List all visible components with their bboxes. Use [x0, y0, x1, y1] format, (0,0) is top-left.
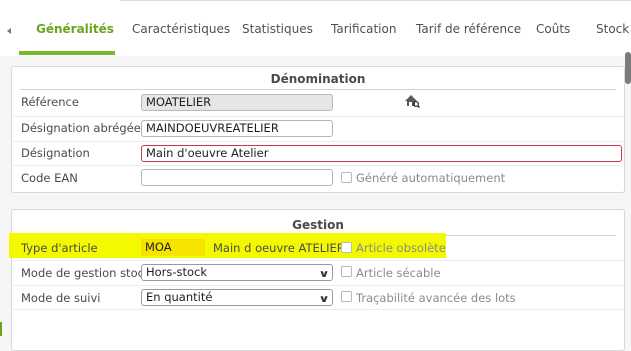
- type-article-description: Main d oeuvre ATELIER: [213, 241, 345, 255]
- mode-gestion-stock-value: Hors-stock: [146, 265, 208, 279]
- mode-gestion-stock-label: Mode de gestion stock: [21, 266, 151, 280]
- genere-automatiquement-label: Généré automatiquement: [356, 171, 506, 185]
- row-divider: [11, 260, 623, 261]
- mode-suivi-label: Mode de suivi: [21, 291, 101, 305]
- row-divider: [11, 165, 623, 166]
- tracabilite-lots-label: Traçabilité avancée des lots: [356, 291, 516, 305]
- tracabilite-lots-checkbox[interactable]: [341, 291, 352, 302]
- mode-suivi-select[interactable]: En quantité ∨: [141, 289, 333, 306]
- code-ean-label: Code EAN: [21, 171, 78, 185]
- tab-caracteristiques[interactable]: Caractéristiques: [132, 22, 230, 36]
- row-divider: [11, 116, 623, 117]
- designation-field[interactable]: Main d'oeuvre Atelier: [141, 145, 622, 162]
- code-ean-field[interactable]: [141, 169, 333, 186]
- tab-bar: Généralités Caractéristiques Statistique…: [0, 0, 631, 56]
- scrollbar-thumb[interactable]: [625, 52, 631, 84]
- row-divider: [11, 141, 623, 142]
- designation-abregee-label: Désignation abrégée: [21, 121, 141, 135]
- article-secable-checkbox[interactable]: [341, 266, 352, 277]
- reference-label: Référence: [21, 95, 79, 109]
- article-secable-label: Article sécable: [356, 266, 441, 280]
- mode-suivi-value: En quantité: [146, 290, 213, 304]
- lookup-icon[interactable]: [404, 94, 420, 108]
- tab-generalites[interactable]: Généralités: [36, 22, 114, 36]
- article-obsolete-checkbox[interactable]: [341, 242, 352, 253]
- type-article-field[interactable]: MOA: [141, 239, 205, 256]
- section-divider: [20, 89, 616, 90]
- chevron-down-icon: ∨: [318, 294, 330, 305]
- tab-statistiques[interactable]: Statistiques: [242, 22, 313, 36]
- row-divider: [11, 309, 623, 310]
- designation-label: Désignation: [21, 146, 90, 160]
- reference-field: MOATELIER: [141, 94, 333, 111]
- mode-gestion-stock-select[interactable]: Hors-stock ∨: [141, 264, 333, 281]
- tab-couts[interactable]: Coûts: [536, 22, 570, 36]
- top-divider: [120, 0, 631, 1]
- gestion-title: Gestion: [292, 218, 344, 232]
- active-tab-indicator: [19, 51, 115, 55]
- designation-abregee-field[interactable]: MAINDOEUVREATELIER: [141, 120, 333, 137]
- tabs-scroll-left-icon[interactable]: [7, 28, 11, 34]
- tab-stock[interactable]: Stock: [596, 22, 629, 36]
- left-accent-marker: [0, 322, 2, 336]
- tab-tarif-de-reference[interactable]: Tarif de référence: [416, 22, 521, 36]
- article-obsolete-label: Article obsolète: [356, 241, 446, 255]
- denomination-title: Dénomination: [270, 72, 366, 86]
- tab-tarification[interactable]: Tarification: [331, 22, 396, 36]
- type-article-label: Type d'article: [21, 241, 98, 255]
- row-divider: [11, 285, 623, 286]
- genere-automatiquement-checkbox[interactable]: [341, 172, 352, 183]
- chevron-down-icon: ∨: [318, 269, 330, 280]
